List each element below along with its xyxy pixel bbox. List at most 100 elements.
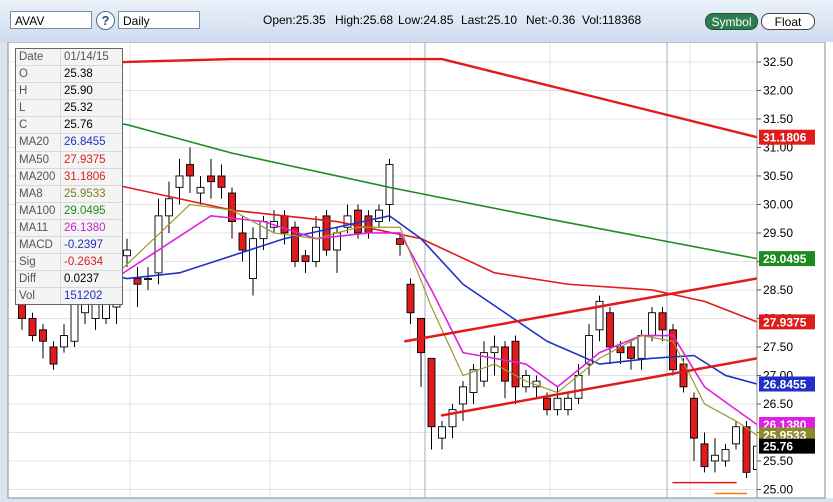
data-window-row: MA200 31.1806 — [16, 168, 122, 186]
candle-body — [501, 346, 509, 382]
symbol-input[interactable]: AVAV — [10, 11, 92, 29]
candle-body — [39, 329, 47, 342]
data-window-value: 26.8455 — [64, 136, 106, 149]
candle-body — [711, 454, 719, 462]
data-window-value: -0.2634 — [64, 256, 104, 269]
data-window-row: Date 01/14/15 — [16, 49, 122, 67]
candle-body — [249, 238, 257, 279]
price-chart[interactable]: 25.0025.5026.0026.5027.0027.5028.0028.50… — [0, 42, 833, 502]
data-window-value: 25.76 — [64, 119, 93, 132]
data-window-value: -0.2397 — [64, 239, 104, 252]
candle-body — [133, 278, 142, 285]
price-tag-label: 25.76 — [763, 440, 793, 454]
candle-body — [690, 397, 698, 439]
candle-body — [438, 426, 446, 439]
price-tick-label: 26.50 — [763, 397, 793, 411]
float-button[interactable]: Float — [761, 13, 815, 30]
data-window-row: MA8 25.9533 — [16, 185, 122, 203]
price-tag: 26.8455 — [759, 376, 815, 392]
candle-body — [742, 426, 751, 473]
price-tag: 25.76 — [759, 438, 815, 454]
candle-body — [259, 221, 268, 240]
data-window-value: 27.9375 — [64, 153, 106, 166]
price-tick-label: 32.00 — [763, 83, 793, 97]
price-tick-label: 30.50 — [763, 169, 793, 183]
last-readout: Last:25.10 — [461, 13, 518, 27]
data-window-value: 25.38 — [64, 68, 93, 81]
data-window-label: MACD — [16, 237, 61, 254]
candle-body — [60, 335, 68, 348]
data-window-label: C — [16, 117, 61, 134]
data-window-value: 26.1380 — [64, 221, 106, 234]
data-window-value: 01/14/15 — [64, 51, 109, 63]
candle-body — [396, 238, 404, 245]
data-window-value: 0.0237 — [64, 273, 100, 286]
price-tick-label: 31.50 — [763, 112, 793, 126]
candle-body — [648, 312, 656, 336]
data-window-row: MA100 29.0495 — [16, 202, 122, 220]
period-select[interactable]: Daily — [118, 11, 200, 29]
price-tick-label: 32.50 — [763, 55, 793, 69]
help-button[interactable]: ? — [96, 11, 115, 30]
data-window-label: Diff — [16, 271, 61, 288]
candle-body — [511, 340, 520, 388]
low-readout: Low:24.85 — [398, 13, 454, 27]
data-window-row: MACD -0.2397 — [16, 237, 122, 255]
data-window-label: MA50 — [16, 151, 61, 168]
data-window-value: 25.32 — [64, 102, 93, 115]
data-window-row: O 25.38 — [16, 66, 122, 84]
candle-body — [165, 198, 173, 217]
data-window-row: L 25.32 — [16, 100, 122, 118]
candle-body — [144, 278, 152, 281]
data-window-label: Date — [16, 49, 61, 66]
data-window-row: H 25.90 — [16, 83, 122, 101]
data-window-label: MA8 — [16, 185, 61, 202]
data-window-label: O — [16, 66, 61, 83]
price-tick-label: 28.50 — [763, 283, 793, 297]
data-window-label: MA11 — [16, 219, 61, 237]
candle-body — [217, 175, 226, 188]
candle-body — [70, 300, 79, 342]
candle-body — [207, 175, 215, 183]
candle-body — [364, 215, 373, 234]
candle-body — [732, 426, 740, 445]
candlestick — [291, 221, 299, 268]
data-window-value: 29.0495 — [64, 204, 106, 217]
candle-body — [417, 318, 425, 354]
data-window-label: Sig — [16, 254, 61, 271]
candle-body — [280, 215, 289, 234]
symbol-button[interactable]: Symbol — [705, 13, 758, 30]
candle-body — [553, 397, 562, 411]
price-tick-label: 27.50 — [763, 340, 793, 354]
candle-body — [564, 397, 572, 411]
candle-body — [459, 386, 467, 405]
candle-body — [543, 397, 551, 411]
candle-body — [406, 283, 415, 314]
candle-body — [154, 215, 163, 274]
candle-body — [658, 312, 667, 331]
data-window-row: C 25.76 — [16, 117, 122, 135]
candle-body — [123, 249, 131, 257]
net-readout: Net:-0.36 — [526, 13, 576, 27]
candle-body — [637, 335, 646, 359]
data-window-label: Vol — [16, 288, 61, 305]
candle-body — [385, 164, 394, 205]
candle-body — [427, 357, 436, 428]
price-tag-label: 26.8455 — [763, 378, 807, 392]
data-window-value: 25.90 — [64, 85, 93, 98]
data-window-row: Sig -0.2634 — [16, 254, 122, 272]
high-readout: High:25.68 — [335, 13, 394, 27]
data-window-label: MA200 — [16, 168, 61, 185]
candle-body — [375, 209, 383, 222]
data-window-value: 31.1806 — [64, 170, 106, 183]
data-window: Date 01/14/15 O 25.38 H 25.90 L 25.32 C 25.76 MA20… — [15, 48, 123, 306]
candle-body — [186, 164, 194, 177]
price-tag: 27.9375 — [759, 314, 815, 330]
price-tick-label: 30.00 — [763, 197, 793, 211]
price-tag: 29.0495 — [759, 251, 815, 267]
data-window-row: MA20 26.8455 — [16, 134, 122, 152]
candle-body — [627, 346, 635, 359]
price-tick-label: 25.50 — [763, 454, 793, 468]
data-window-label: H — [16, 83, 61, 100]
candle-body — [28, 318, 37, 337]
